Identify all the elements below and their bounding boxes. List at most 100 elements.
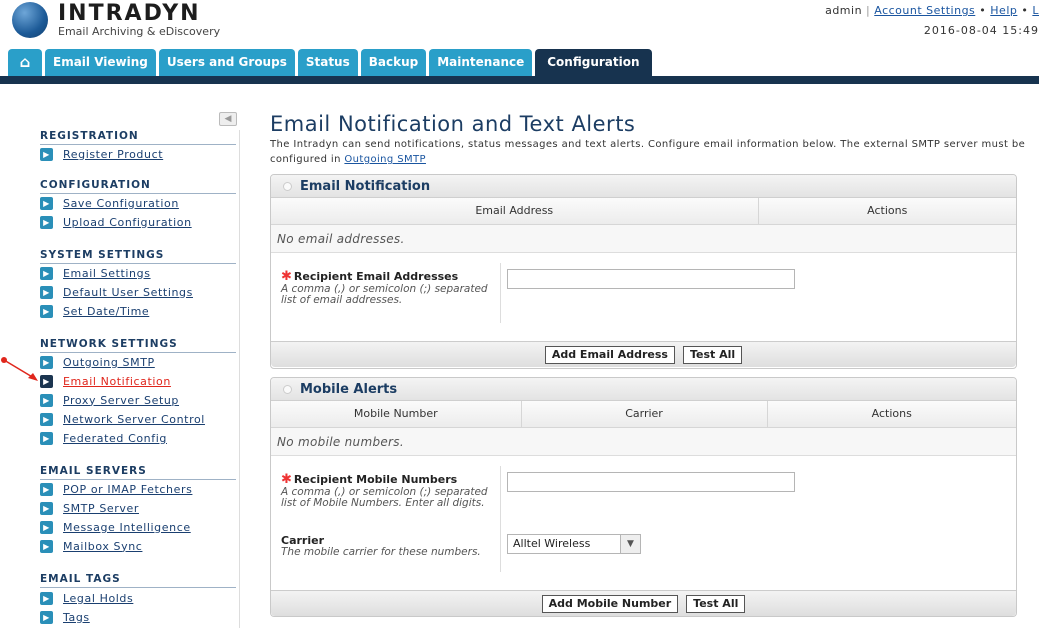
test-all-mobile-button[interactable]: Test All — [686, 594, 746, 613]
add-mobile-number-button[interactable]: Add Mobile Number — [541, 594, 679, 613]
sidebar-section-configuration: CONFIGURATION — [40, 179, 236, 194]
recipient-mobile-row: ✱ Recipient Mobile Numbers A comma (,) or… — [271, 465, 1016, 528]
datetime: 2016-08-04 15:49 — [923, 24, 1039, 37]
required-icon: ✱ — [281, 471, 292, 487]
mobile-empty-message: No mobile numbers. — [271, 427, 1016, 456]
email-panel-title: Email Notification — [300, 178, 431, 194]
logout-link[interactable]: L — [1032, 4, 1039, 17]
arrow-right-icon: ▶ — [40, 393, 53, 407]
carrier-desc: The mobile carrier for these numbers. — [281, 545, 481, 558]
arrow-right-icon: ▶ — [40, 520, 53, 534]
recipient-mobile-label-cell: ✱ Recipient Mobile Numbers A comma (,) or… — [271, 465, 501, 528]
arrow-right-icon: ▶ — [40, 539, 53, 553]
sidebar-section-registration: REGISTRATION — [40, 130, 236, 145]
tab-email-viewing[interactable]: Email Viewing — [45, 49, 156, 76]
column-header-email-address[interactable]: Email Address — [271, 198, 759, 225]
page-title: Email Notification and Text Alerts — [270, 112, 636, 136]
column-header-actions: Actions — [766, 401, 1016, 428]
arrow-right-icon: ▶ — [40, 501, 53, 515]
tab-backup[interactable]: Backup — [360, 49, 427, 76]
sidebar-item-save-configuration[interactable]: ▶ Save Configuration — [40, 194, 179, 212]
sidebar-item-register-product[interactable]: ▶ Register Product — [40, 145, 163, 163]
email-panel-header: Email Notification — [271, 175, 1016, 198]
arrow-right-icon: ▶ — [40, 610, 53, 624]
tab-configuration[interactable]: Configuration — [535, 49, 652, 76]
sidebar-item-default-user-settings[interactable]: ▶ Default User Settings — [40, 283, 193, 301]
carrier-selected-value: Alltel Wireless — [513, 536, 591, 550]
arrow-right-icon: ▶ — [40, 412, 53, 426]
required-icon: ✱ — [281, 268, 292, 284]
tab-status[interactable]: Status — [297, 49, 358, 76]
sidebar-item-legal-holds[interactable]: ▶ Legal Holds — [40, 589, 133, 607]
sidebar-item-mailbox-sync[interactable]: ▶ Mailbox Sync — [40, 537, 142, 555]
column-header-actions: Actions — [757, 198, 1016, 225]
test-all-email-button[interactable]: Test All — [682, 345, 743, 364]
email-table: Email Address Actions — [271, 198, 1016, 225]
chevron-down-icon: ▼ — [620, 534, 640, 553]
panel-toggle-icon[interactable] — [283, 181, 292, 191]
arrow-right-icon: ▶ — [40, 215, 53, 229]
intro-text: The Intradyn can send notifications, sta… — [270, 137, 1030, 167]
sidebar-section-system-settings: SYSTEM SETTINGS — [40, 249, 236, 264]
recipient-email-label: Recipient Email Addresses — [293, 269, 459, 283]
arrow-right-icon: ▶ — [40, 304, 53, 318]
tab-maintenance[interactable]: Maintenance — [429, 49, 533, 76]
mobile-panel-title: Mobile Alerts — [300, 381, 398, 397]
arrow-right-icon: ▶ — [40, 196, 53, 210]
recipient-mobile-input[interactable] — [507, 472, 795, 492]
column-header-mobile-number[interactable]: Mobile Number — [271, 401, 522, 428]
sidebar-item-tags[interactable]: ▶ Tags — [40, 608, 90, 626]
mobile-table: Mobile Number Carrier Actions — [271, 401, 1016, 428]
carrier-label: Carrier — [281, 533, 325, 547]
arrow-right-icon: ▶ — [40, 482, 53, 496]
arrow-right-icon: ▶ — [40, 285, 53, 299]
outgoing-smtp-link[interactable]: Outgoing SMTP — [344, 154, 426, 165]
sidebar-item-email-settings[interactable]: ▶ Email Settings — [40, 264, 151, 282]
arrow-right-icon: ▶ — [40, 431, 53, 445]
help-link[interactable]: Help — [990, 4, 1017, 17]
home-tab[interactable]: ⌂ — [8, 49, 42, 76]
add-email-address-button[interactable]: Add Email Address — [544, 345, 675, 364]
carrier-label-cell: Carrier The mobile carrier for these num… — [271, 527, 501, 572]
sidebar-item-set-date-time[interactable]: ▶ Set Date/Time — [40, 302, 149, 320]
main-tabs: ⌂ Email Viewing Users and Groups Status … — [8, 49, 655, 76]
mobile-panel-header: Mobile Alerts — [271, 378, 1016, 401]
sidebar-item-smtp-server[interactable]: ▶ SMTP Server — [40, 499, 139, 517]
carrier-select[interactable]: Alltel Wireless ▼ — [507, 533, 641, 554]
arrow-right-icon: ▶ — [40, 591, 53, 605]
email-button-bar: Add Email Address Test All — [271, 341, 1016, 367]
column-header-carrier[interactable]: Carrier — [520, 401, 768, 428]
account-settings-link[interactable]: Account Settings — [874, 4, 975, 17]
sidebar-item-outgoing-smtp[interactable]: ▶ Outgoing SMTP — [40, 353, 155, 371]
recipient-email-label-cell: ✱ Recipient Email Addresses A comma (,) o… — [271, 262, 501, 323]
sidebar-divider — [239, 130, 240, 628]
recipient-email-desc: A comma (,) or semicolon (;) separated l… — [281, 282, 488, 306]
brand-tagline: Email Archiving & eDiscovery — [58, 25, 221, 38]
mobile-alerts-panel: Mobile Alerts Mobile Number Carrier Acti… — [270, 377, 1017, 617]
sidebar-item-email-notification[interactable]: ▶ Email Notification — [40, 372, 171, 390]
arrow-right-icon: ▶ — [40, 147, 53, 161]
sidebar-item-federated-config[interactable]: ▶ Federated Config — [40, 429, 167, 447]
collapse-left-icon[interactable]: ◀ — [219, 112, 237, 126]
sidebar-item-pop-imap-fetchers[interactable]: ▶ POP or IMAP Fetchers — [40, 480, 192, 498]
sidebar-section-email-tags: EMAIL TAGS — [40, 573, 236, 588]
sidebar-item-proxy-server-setup[interactable]: ▶ Proxy Server Setup — [40, 391, 179, 409]
logo-icon — [12, 2, 48, 38]
brand-name: INTRADYN — [58, 1, 201, 26]
sidebar-item-network-server-control[interactable]: ▶ Network Server Control — [40, 410, 205, 428]
tab-users-and-groups[interactable]: Users and Groups — [158, 49, 295, 76]
arrow-right-icon: ▶ — [40, 266, 53, 280]
mobile-button-bar: Add Mobile Number Test All — [271, 590, 1016, 616]
recipient-mobile-desc: A comma (,) or semicolon (;) separated l… — [281, 485, 488, 509]
sidebar-section-network-settings: NETWORK SETTINGS — [40, 338, 236, 353]
sidebar-item-message-intelligence[interactable]: ▶ Message Intelligence — [40, 518, 191, 536]
home-icon: ⌂ — [19, 53, 31, 71]
panel-toggle-icon[interactable] — [283, 384, 292, 394]
sidebar-section-email-servers: EMAIL SERVERS — [40, 465, 236, 480]
email-notification-panel: Email Notification Email Address Actions… — [270, 174, 1017, 369]
sidebar-item-upload-configuration[interactable]: ▶ Upload Configuration — [40, 213, 192, 231]
user-bar: admin | Account Settings • Help • L — [825, 4, 1039, 17]
email-empty-message: No email addresses. — [271, 224, 1016, 253]
recipient-mobile-label: Recipient Mobile Numbers — [293, 472, 458, 486]
recipient-email-input[interactable] — [507, 269, 795, 289]
